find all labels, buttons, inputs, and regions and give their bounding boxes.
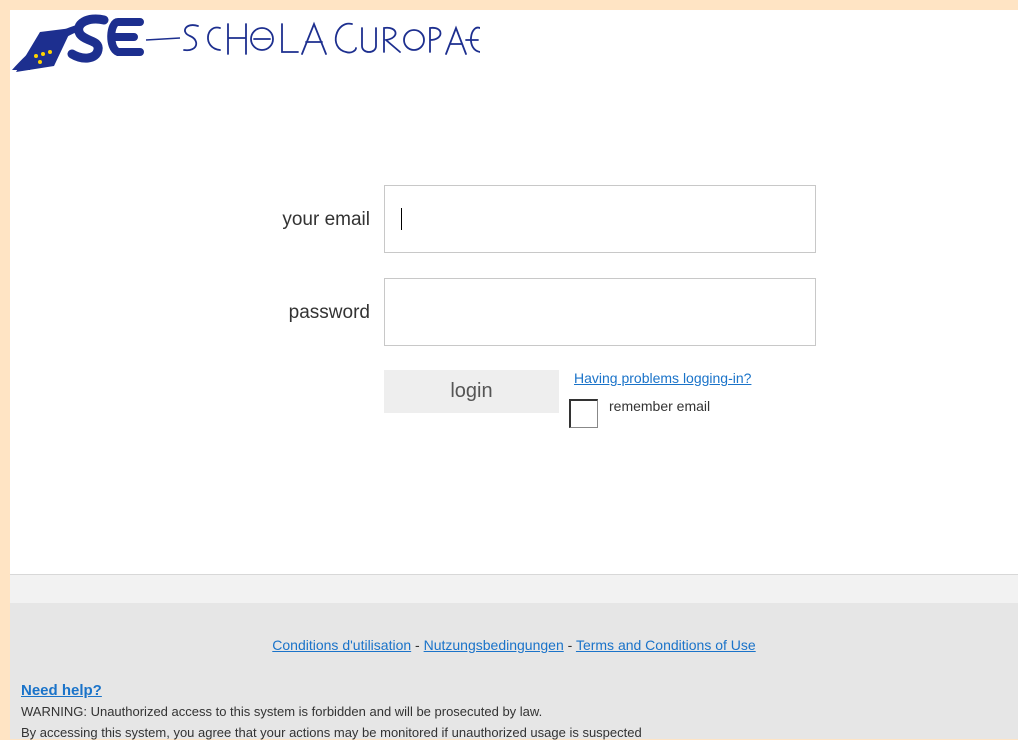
footer-divider [10, 575, 1018, 603]
having-problems-link[interactable]: Having problems logging-in? [574, 370, 751, 386]
password-input[interactable] [384, 278, 816, 346]
need-help-link[interactable]: Need help? [21, 682, 102, 699]
terms-separator: - [563, 637, 576, 653]
terms-en-link[interactable]: Terms and Conditions of Use [576, 637, 756, 653]
login-form: your email password login Having problem… [10, 10, 1018, 570]
login-button[interactable]: login [384, 370, 559, 413]
terms-links: Conditions d'utilisation - Nutzungsbedin… [10, 637, 1018, 653]
email-input[interactable] [384, 185, 816, 253]
email-label: your email [282, 209, 370, 230]
terms-separator: - [411, 637, 424, 653]
warning-text: WARNING: Unauthorized access to this sys… [21, 704, 543, 719]
password-label: password [288, 302, 370, 323]
text-caret [401, 208, 402, 230]
terms-fr-link[interactable]: Conditions d'utilisation [272, 637, 411, 653]
page: your email password login Having problem… [10, 10, 1018, 740]
remember-email-checkbox[interactable] [569, 399, 598, 428]
footer: Conditions d'utilisation - Nutzungsbedin… [10, 574, 1018, 740]
remember-email-label: remember email [609, 398, 711, 414]
terms-de-link[interactable]: Nutzungsbedingungen [424, 637, 564, 653]
